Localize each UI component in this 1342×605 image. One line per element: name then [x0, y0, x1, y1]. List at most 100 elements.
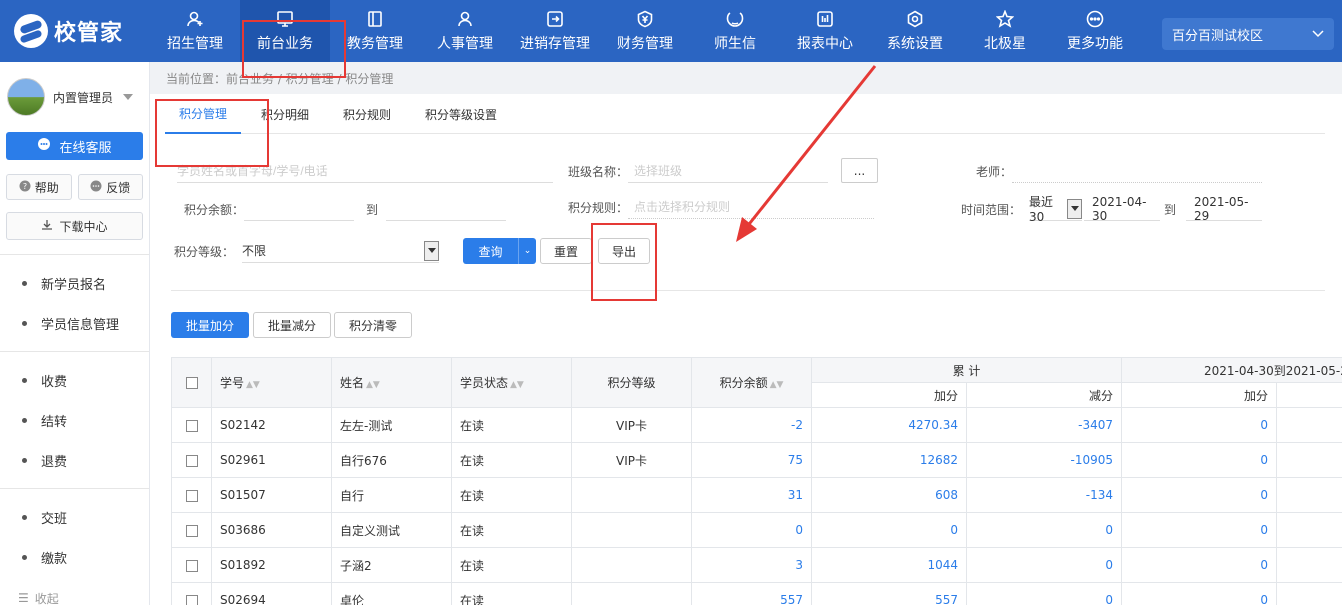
- tab-points-rules[interactable]: 积分规则: [329, 94, 405, 134]
- bullet-icon: [22, 554, 27, 560]
- table-row[interactable]: S01892 子涵2 在读 3 1044 0 0: [171, 547, 1342, 583]
- sidebar-item-transfer[interactable]: 结转: [0, 400, 149, 440]
- nav-item-polaris[interactable]: 北极星: [960, 0, 1050, 62]
- logo[interactable]: 校管家: [0, 0, 150, 62]
- cell-balance[interactable]: 3: [691, 547, 812, 583]
- cell-subtract[interactable]: 0: [965, 582, 1123, 605]
- nav-item-hr[interactable]: 人事管理: [420, 0, 510, 62]
- cell-subtract[interactable]: -10905: [965, 442, 1123, 478]
- user-profile[interactable]: 内置管理员: [0, 62, 149, 132]
- nav-item-more[interactable]: 更多功能: [1050, 0, 1140, 62]
- cell-add[interactable]: 1044: [811, 547, 967, 583]
- date-to-input[interactable]: 2021-05-29: [1186, 195, 1263, 223]
- cell-add[interactable]: 12682: [811, 442, 967, 478]
- column-group-cumulative: 累 计: [810, 357, 1123, 383]
- row-checkbox[interactable]: [185, 419, 198, 432]
- help-button[interactable]: ? 帮助: [6, 174, 72, 200]
- cell-subtract[interactable]: -134: [965, 477, 1123, 513]
- row-checkbox[interactable]: [185, 559, 198, 572]
- column-header-status[interactable]: 学员状态 ▲▼: [451, 357, 572, 408]
- batch-add-button[interactable]: 批量加分: [171, 312, 249, 338]
- table-row[interactable]: S02694 卓伦 在读 557 557 0 0: [171, 582, 1342, 605]
- help-label: 帮助: [34, 180, 59, 195]
- row-checkbox[interactable]: [185, 594, 198, 605]
- nav-item-messages[interactable]: 师生信: [690, 0, 780, 62]
- column-header-id[interactable]: 学号 ▲▼: [211, 357, 332, 408]
- tab-points-detail[interactable]: 积分明细: [247, 94, 323, 134]
- level-select[interactable]: 不限: [242, 239, 440, 263]
- cell-range-add[interactable]: 0: [1121, 442, 1278, 478]
- cell-balance[interactable]: 0: [691, 512, 812, 548]
- cell-add[interactable]: 4270.34: [811, 407, 967, 443]
- table-row[interactable]: S01507 自行 在读 31 608 -134 0: [171, 477, 1342, 513]
- table-row[interactable]: S02142 左左-测试 在读 VIP卡 -2 4270.34 -3407 0: [171, 407, 1342, 443]
- chat-bubble-icon: [37, 137, 51, 155]
- cell-range-add[interactable]: 0: [1121, 407, 1278, 443]
- cell-add[interactable]: 0: [811, 512, 967, 548]
- collapse-sidebar-button[interactable]: ☰ 收起: [18, 591, 59, 605]
- cell-id: S01892: [211, 547, 332, 583]
- time-preset-select[interactable]: 最近30: [1029, 195, 1083, 224]
- rule-field: 积分规则：: [568, 195, 875, 219]
- export-button[interactable]: 导出: [598, 238, 650, 264]
- nav-item-front-desk[interactable]: 前台业务: [240, 0, 330, 62]
- book-icon: [366, 10, 384, 28]
- cell-balance[interactable]: 557: [691, 582, 812, 605]
- column-group-range: 2021-04-30到2021-05-29: [1121, 357, 1342, 383]
- query-button[interactable]: 查询 ⌄: [463, 238, 536, 264]
- cell-range-add[interactable]: 0: [1121, 582, 1278, 605]
- column-header-balance[interactable]: 积分余额 ▲▼: [691, 357, 812, 408]
- batch-subtract-button[interactable]: 批量减分: [253, 312, 331, 338]
- balance-max-input[interactable]: [386, 197, 507, 221]
- cell-range-add[interactable]: 0: [1121, 477, 1278, 513]
- sidebar-item-new-student[interactable]: 新学员报名: [0, 263, 149, 303]
- sidebar-item-refund[interactable]: 退费: [0, 440, 149, 480]
- nav-item-academic[interactable]: 教务管理: [330, 0, 420, 62]
- cell-balance[interactable]: 31: [691, 477, 812, 513]
- clear-points-button[interactable]: 积分清零: [334, 312, 412, 338]
- download-center-button[interactable]: 下载中心: [6, 212, 143, 240]
- row-checkbox[interactable]: [185, 454, 198, 467]
- cell-add[interactable]: 608: [811, 477, 967, 513]
- chevron-down-icon[interactable]: ⌄: [518, 238, 536, 264]
- sidebar-item-charge[interactable]: 收费: [0, 360, 149, 400]
- cell-balance[interactable]: 75: [691, 442, 812, 478]
- cell-subtract[interactable]: -3407: [965, 407, 1123, 443]
- cell-subtract[interactable]: 0: [965, 512, 1123, 548]
- sidebar-item-handover[interactable]: 交班: [0, 497, 149, 537]
- class-input[interactable]: [628, 159, 829, 183]
- row-checkbox[interactable]: [185, 524, 198, 537]
- nav-item-reports[interactable]: 报表中心: [780, 0, 870, 62]
- download-icon: [41, 219, 53, 234]
- cell-subtract[interactable]: 0: [965, 547, 1123, 583]
- cell-range-add[interactable]: 0: [1121, 512, 1278, 548]
- cell-range-add[interactable]: 0: [1121, 547, 1278, 583]
- table-row[interactable]: S02961 自行676 在读 VIP卡 75 12682 -10905 0: [171, 442, 1342, 478]
- nav-item-recruit[interactable]: 招生管理: [150, 0, 240, 62]
- select-all-checkbox[interactable]: [185, 377, 198, 389]
- nav-item-finance[interactable]: 财务管理: [600, 0, 690, 62]
- student-search-input[interactable]: [177, 159, 553, 183]
- menu-group-shift: 交班 缴款: [0, 489, 149, 585]
- cell-add[interactable]: 557: [811, 582, 967, 605]
- campus-selector[interactable]: 百分百测试校区: [1162, 18, 1334, 50]
- tab-points-level-settings[interactable]: 积分等级设置: [411, 94, 511, 134]
- cell-balance[interactable]: -2: [691, 407, 812, 443]
- rule-input[interactable]: [628, 195, 875, 219]
- date-from-input[interactable]: 2021-04-30: [1084, 195, 1161, 223]
- table-row[interactable]: S03686 自定义测试 在读 0 0 0 0: [171, 512, 1342, 548]
- nav-item-inventory[interactable]: 进销存管理: [510, 0, 600, 62]
- sidebar-item-student-info[interactable]: 学员信息管理: [0, 303, 149, 343]
- balance-min-input[interactable]: [244, 197, 355, 221]
- nav-item-settings[interactable]: 系统设置: [870, 0, 960, 62]
- column-header-name[interactable]: 姓名 ▲▼: [331, 357, 452, 408]
- row-checkbox[interactable]: [185, 489, 198, 502]
- tab-points-management[interactable]: 积分管理: [165, 94, 242, 134]
- sidebar-item-label: 退费: [41, 454, 68, 470]
- sidebar-item-payment[interactable]: 缴款: [0, 537, 149, 577]
- reset-button[interactable]: 重置: [540, 238, 592, 264]
- teacher-input[interactable]: [1012, 159, 1263, 183]
- class-picker-button[interactable]: ...: [841, 158, 878, 183]
- online-service-button[interactable]: 在线客服: [6, 132, 143, 160]
- feedback-button[interactable]: 反馈: [77, 174, 143, 200]
